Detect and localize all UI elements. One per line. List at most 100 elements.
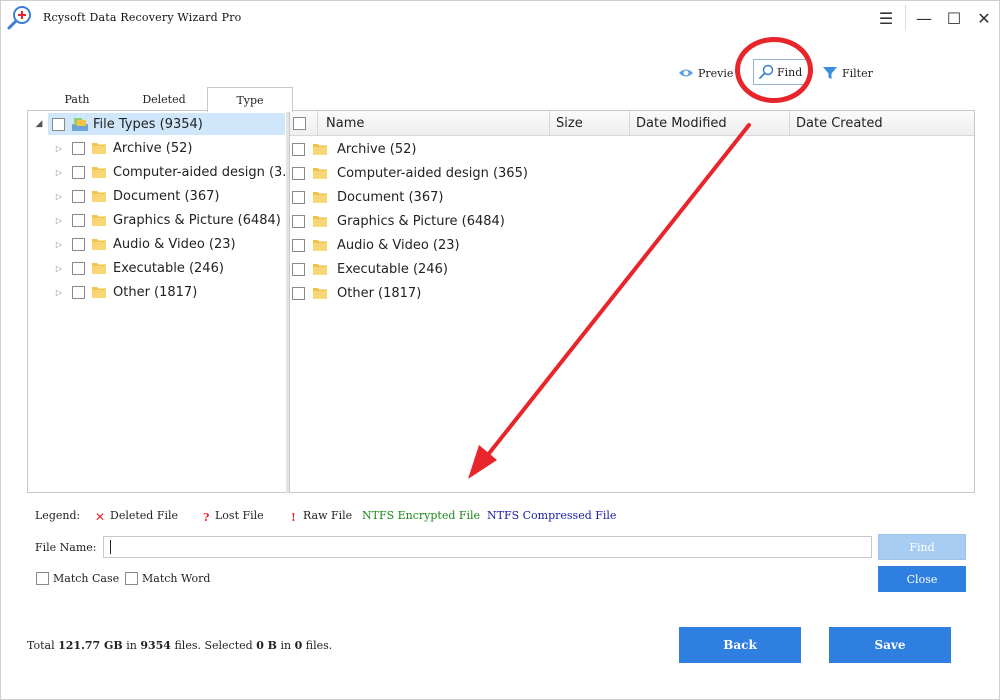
tree-item[interactable]: ▷ Document (367) [54,185,220,207]
app-window: Rcysoft Data Recovery Wizard Pro ☰ — ☐ ✕… [0,0,1000,700]
tree-item-label: Computer-aided design (3... [113,164,295,180]
tree-item-file-types[interactable]: File Types (9354) [48,113,285,135]
tree-item-checkbox[interactable] [72,189,85,203]
expand-triangle-icon: ▷ [55,191,63,201]
expand-triangle-icon: ▷ [55,143,63,153]
row-checkbox[interactable] [292,238,305,252]
tab-deleted[interactable]: Deleted [133,87,195,111]
expand-triangle-icon: ▷ [55,287,63,297]
back-button[interactable]: Back [679,627,801,663]
tree-item-label: Audio & Video (23) [113,236,236,252]
tree-root-expander[interactable]: ◢ [34,113,44,135]
row-name: Audio & Video (23) [337,237,460,253]
column-header-name[interactable]: Name [318,111,550,136]
expand-triangle-icon: ▷ [55,215,63,225]
list-row[interactable]: Graphics & Picture (6484) [292,209,505,233]
preview-button[interactable]: Previe [678,63,733,83]
row-checkbox[interactable] [292,166,305,180]
tree-root-checkbox[interactable] [52,117,65,131]
match-word-label: Match Word [142,572,211,585]
status-bar-text: Total 121.77 GB in 9354 files. Selected … [27,639,332,652]
column-header-size[interactable]: Size [550,111,630,136]
filter-button[interactable]: Filter [822,63,873,83]
expand-triangle-icon: ▷ [55,263,63,273]
tree-item-label: Executable (246) [113,260,224,276]
folder-icon [313,240,327,251]
row-name: Executable (246) [337,261,448,277]
list-row[interactable]: Archive (52) [292,137,416,161]
drive-icon [72,118,88,131]
match-case-option[interactable]: Match Case [36,572,119,585]
list-header: Name Size Date Modified Date Created [290,111,974,136]
column-header-date-created[interactable]: Date Created [790,111,974,136]
list-row[interactable]: Audio & Video (23) [292,233,460,257]
file-name-label: File Name: [35,541,97,554]
row-name: Computer-aided design (365) [337,165,528,181]
status-selected-size: 0 B [256,639,277,652]
status-total-size: 121.77 GB [58,639,123,652]
tab-path[interactable]: Path [51,87,103,111]
folder-icon [313,192,327,203]
row-checkbox[interactable] [292,286,305,300]
match-case-checkbox[interactable] [36,572,49,585]
tree-item[interactable]: ▷ Computer-aided design (3... [54,161,295,183]
file-name-input[interactable] [103,536,872,558]
list-row[interactable]: Other (1817) [292,281,421,305]
deleted-mark-icon: ✕ [95,510,106,524]
menu-icon[interactable]: ☰ [873,6,899,30]
close-find-button[interactable]: Close [878,566,966,592]
list-row[interactable]: Computer-aided design (365) [292,161,528,185]
tab-type[interactable]: Type [207,87,293,112]
match-case-label: Match Case [53,572,120,585]
status-in: in [126,639,137,652]
row-checkbox[interactable] [292,142,305,156]
tree-item-checkbox[interactable] [72,165,85,179]
minimize-button[interactable]: — [911,6,937,30]
tree-item-label: Archive (52) [113,140,193,156]
preview-label: Previe [698,66,734,80]
find-submit-button[interactable]: Find [878,534,966,560]
list-row[interactable]: Executable (246) [292,257,448,281]
folder-icon [92,239,106,250]
tree-item-checkbox[interactable] [72,237,85,251]
folder-icon [313,144,327,155]
maximize-button[interactable]: ☐ [941,6,967,30]
row-name: Other (1817) [337,285,422,301]
lost-mark-icon: ? [203,511,210,524]
tree-item-label: Other (1817) [113,284,198,300]
match-word-option[interactable]: Match Word [125,572,210,585]
funnel-icon [823,67,837,79]
select-all-column [290,111,318,136]
tree-item[interactable]: ▷ Archive (52) [54,137,193,159]
file-list-panel: Name Size Date Modified Date Created Arc… [289,110,975,493]
status-in-2: in [280,639,292,652]
save-button[interactable]: Save [829,627,951,663]
row-name: Graphics & Picture (6484) [337,213,505,229]
text-caret [110,540,111,554]
row-checkbox[interactable] [292,262,305,276]
folder-icon [92,167,106,178]
tree-item-checkbox[interactable] [72,213,85,227]
row-checkbox[interactable] [292,190,305,204]
close-window-button[interactable]: ✕ [971,6,997,30]
column-header-date-modified[interactable]: Date Modified [630,111,790,136]
tree-item-checkbox[interactable] [72,141,85,155]
tree-panel: ◢ File Types (9354) ▷ Archive (52) ▷ Com… [27,110,295,493]
select-all-checkbox[interactable] [293,117,306,130]
tree-item[interactable]: ▷ Executable (246) [54,257,224,279]
tree-root-label: File Types (9354) [93,116,203,132]
tree-item[interactable]: ▷ Graphics & Picture (6484) [54,209,281,231]
folder-icon [313,216,327,227]
raw-mark-icon: ! [291,511,296,524]
tree-item-checkbox[interactable] [72,261,85,275]
list-row[interactable]: Document (367) [292,185,443,209]
match-word-checkbox[interactable] [125,572,138,585]
collapse-triangle-icon: ◢ [35,119,43,129]
tree-item[interactable]: ▷ Audio & Video (23) [54,233,236,255]
tree-item-checkbox[interactable] [72,285,85,299]
status-suffix: files. [305,639,333,652]
row-checkbox[interactable] [292,214,305,228]
tree-item[interactable]: ▷ Other (1817) [54,281,197,303]
annotation-circle [735,37,813,103]
title-bar: Rcysoft Data Recovery Wizard Pro ☰ — ☐ ✕ [1,1,1000,35]
